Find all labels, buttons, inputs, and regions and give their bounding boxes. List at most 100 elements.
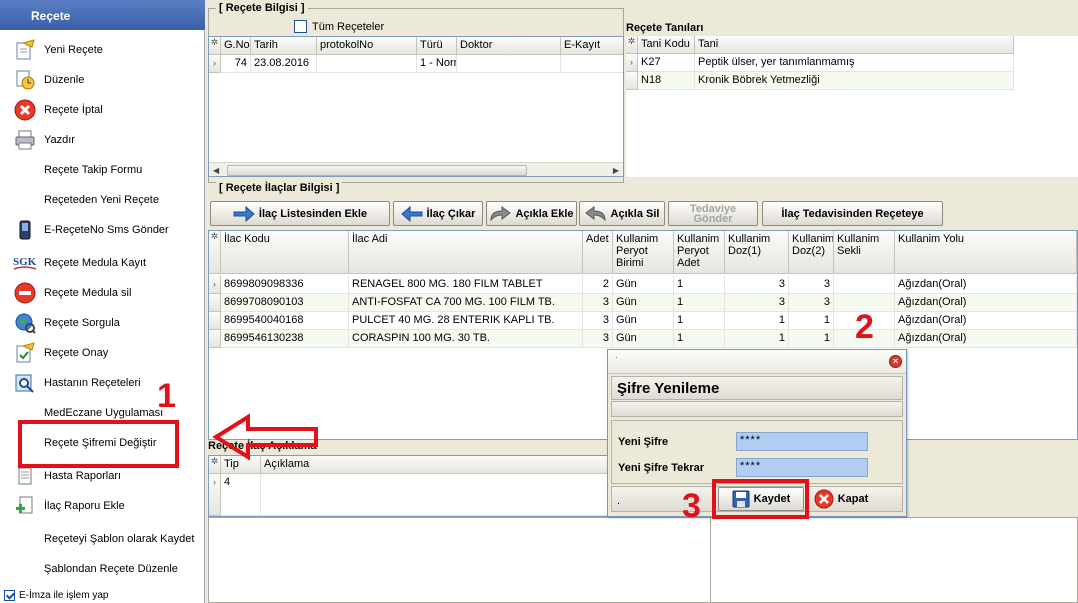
cell-tip[interactable]: 4 (221, 474, 261, 516)
ilac-listesinden-ekle-button[interactable]: İlaç Listesinden Ekle (210, 201, 390, 226)
cell-adet[interactable]: 3 (583, 330, 613, 348)
row-indicator[interactable]: › (209, 474, 221, 516)
cell-ekayit[interactable] (561, 55, 623, 73)
cell-tani-kodu[interactable]: K27 (638, 54, 695, 72)
cell-doz2[interactable]: 3 (789, 276, 834, 294)
col-header[interactable]: E-Kayıt (561, 37, 623, 55)
e-imza-checkbox[interactable]: E-İmza ile işlem yap (0, 588, 205, 603)
row-indicator[interactable]: › (209, 276, 221, 294)
col-header[interactable]: Kullanim Doz(2) (789, 231, 834, 274)
sidebar-item-medula-kayit[interactable]: SGK Reçete Medula Kayıt (0, 248, 205, 278)
ilac-cikar-button[interactable]: İlaç Çıkar (393, 201, 483, 226)
tedaviye-gonder-button[interactable]: Tedaviye Gönder (668, 201, 758, 226)
aciklama-sil-button[interactable]: Açıkla Sil (579, 201, 665, 226)
cell-doz1[interactable]: 3 (725, 276, 789, 294)
col-header[interactable]: Türü (417, 37, 457, 55)
sidebar-item-sablondan-duzenle[interactable]: Şablondan Reçete Düzenle (0, 554, 205, 584)
col-header[interactable]: Adet (583, 231, 613, 274)
cell-ilac-kodu[interactable]: 8699546130238 (221, 330, 349, 348)
col-header[interactable]: protokolNo (317, 37, 417, 55)
row-indicator[interactable]: › (209, 55, 221, 73)
tani-grid[interactable]: ✲ Tani Kodu Tani › K27 Peptik ülser, yer… (626, 36, 1078, 177)
cell-doz1[interactable]: 1 (725, 312, 789, 330)
cell-turu[interactable]: 1 - Norr (417, 55, 457, 73)
cell-tarih[interactable]: 23.08.2016 (251, 55, 317, 73)
row-indicator[interactable]: › (626, 54, 638, 72)
col-header[interactable]: Doktor (457, 37, 561, 55)
cell-doz2[interactable]: 1 (789, 330, 834, 348)
recete-grid[interactable]: ✲ G.No Tarih protokolNo Türü Doktor E-Ka… (208, 36, 624, 177)
cell-doz1[interactable]: 1 (725, 330, 789, 348)
cell-yolu[interactable]: Ağızdan(Oral) (895, 294, 1077, 312)
cell-adet[interactable]: 2 (583, 276, 613, 294)
row-indicator[interactable] (209, 312, 221, 330)
close-icon[interactable]: × (889, 355, 902, 368)
sidebar-item-sms-gonder[interactable]: E-ReçeteNo Sms Gönder (0, 215, 205, 245)
sidebar-item-recete-takip-formu[interactable]: Reçete Takip Formu (0, 155, 205, 185)
scrollbar-thumb[interactable] (227, 165, 527, 176)
cell-peryot-adet[interactable]: 1 (674, 312, 725, 330)
cell-yolu[interactable]: Ağızdan(Oral) (895, 276, 1077, 294)
cell-birim[interactable]: Gün (613, 294, 674, 312)
col-header[interactable]: Tani (695, 36, 1014, 54)
cell-ilac-kodu[interactable]: 8699708090103 (221, 294, 349, 312)
cell-ilac-kodu[interactable]: 8699809098336 (221, 276, 349, 294)
yeni-sifre-tekrar-input[interactable]: **** (736, 458, 868, 477)
cell-tani-kodu[interactable]: N18 (638, 72, 695, 90)
dialog-titlebar[interactable]: · × (608, 350, 906, 374)
cell-yolu[interactable]: Ağızdan(Oral) (895, 330, 1077, 348)
scroll-left-icon[interactable]: ◀ (213, 166, 219, 175)
row-indicator[interactable] (209, 294, 221, 312)
cell-birim[interactable]: Gün (613, 330, 674, 348)
yeni-sifre-input[interactable]: **** (736, 432, 868, 451)
cell-doz1[interactable]: 3 (725, 294, 789, 312)
sidebar-item-yazdir[interactable]: Yazdır (0, 125, 205, 155)
cell-ilac-adi[interactable]: RENAGEL 800 MG. 180 FILM TABLET (349, 276, 583, 294)
cell-doktor[interactable] (457, 55, 561, 73)
cell-ilac-kodu[interactable]: 8699540040168 (221, 312, 349, 330)
col-header[interactable]: Kullanim Sekli (834, 231, 895, 274)
col-header[interactable]: İlac Adi (349, 231, 583, 274)
col-header[interactable]: İlac Kodu (221, 231, 349, 274)
cell-sekli[interactable] (834, 276, 895, 294)
sidebar-item-yeni-recete[interactable]: Yeni Reçete (0, 35, 205, 65)
cell-peryot-adet[interactable]: 1 (674, 276, 725, 294)
aciklama-ekle-button[interactable]: Açıkla Ekle (486, 201, 577, 226)
col-header[interactable]: Kullanim Yolu (895, 231, 1077, 274)
tum-receteler-checkbox[interactable]: Tüm Reçeteler (294, 20, 384, 33)
cell-peryot-adet[interactable]: 1 (674, 330, 725, 348)
cell-peryot-adet[interactable]: 1 (674, 294, 725, 312)
cell-ilac-adi[interactable]: CORASPIN 100 MG. 30 TB. (349, 330, 583, 348)
cell-yolu[interactable]: Ağızdan(Oral) (895, 312, 1077, 330)
sidebar-item-ilac-raporu-ekle[interactable]: İlaç Raporu Ekle (0, 491, 205, 521)
sidebar-item-medula-sil[interactable]: Reçete Medula sil (0, 278, 205, 308)
cell-protokol[interactable] (317, 55, 417, 73)
col-header[interactable]: Kullanim Peryot Adet (674, 231, 725, 274)
cell-adet[interactable]: 3 (583, 312, 613, 330)
cell-doz2[interactable]: 1 (789, 312, 834, 330)
col-header[interactable]: Tarih (251, 37, 317, 55)
col-header[interactable]: G.No (221, 37, 251, 55)
cell-tani[interactable]: Peptik ülser, yer tanımlanmamış (695, 54, 1014, 72)
sidebar-item-sablon-kaydet[interactable]: Reçeteyi Şablon olarak Kaydet (0, 524, 205, 554)
cell-ilac-adi[interactable]: ANTI-FOSFAT CA 700 MG. 100 FILM TB. (349, 294, 583, 312)
scroll-right-icon[interactable]: ▶ (613, 166, 619, 175)
cell-ilac-adi[interactable]: PULCET 40 MG. 28 ENTERIK KAPLI TB. (349, 312, 583, 330)
sidebar-item-recete-sorgula[interactable]: Reçete Sorgula (0, 308, 205, 338)
ilac-tedavisinden-receteye-button[interactable]: İlaç Tedavisinden Reçeteye (762, 201, 943, 226)
cell-gno[interactable]: 74 (221, 55, 251, 73)
row-indicator[interactable] (209, 330, 221, 348)
row-indicator[interactable] (626, 72, 638, 90)
sidebar-item-recete-onay[interactable]: Reçete Onay (0, 338, 205, 368)
sidebar-item-recete-iptal[interactable]: Reçete İptal (0, 95, 205, 125)
cell-birim[interactable]: Gün (613, 312, 674, 330)
horizontal-scrollbar[interactable]: ◀ ▶ (209, 162, 623, 176)
cell-doz2[interactable]: 3 (789, 294, 834, 312)
col-header[interactable]: Kullanim Peryot Birimi (613, 231, 674, 274)
cell-tani[interactable]: Kronik Böbrek Yetmezliği (695, 72, 1014, 90)
sidebar-item-receteden-yeni-recete[interactable]: Reçeteden Yeni Reçete (0, 185, 205, 215)
col-header[interactable]: Tani Kodu (638, 36, 695, 54)
kapat-button[interactable]: Kapat (808, 487, 874, 511)
sidebar-item-duzenle[interactable]: Düzenle (0, 65, 205, 95)
cell-birim[interactable]: Gün (613, 276, 674, 294)
